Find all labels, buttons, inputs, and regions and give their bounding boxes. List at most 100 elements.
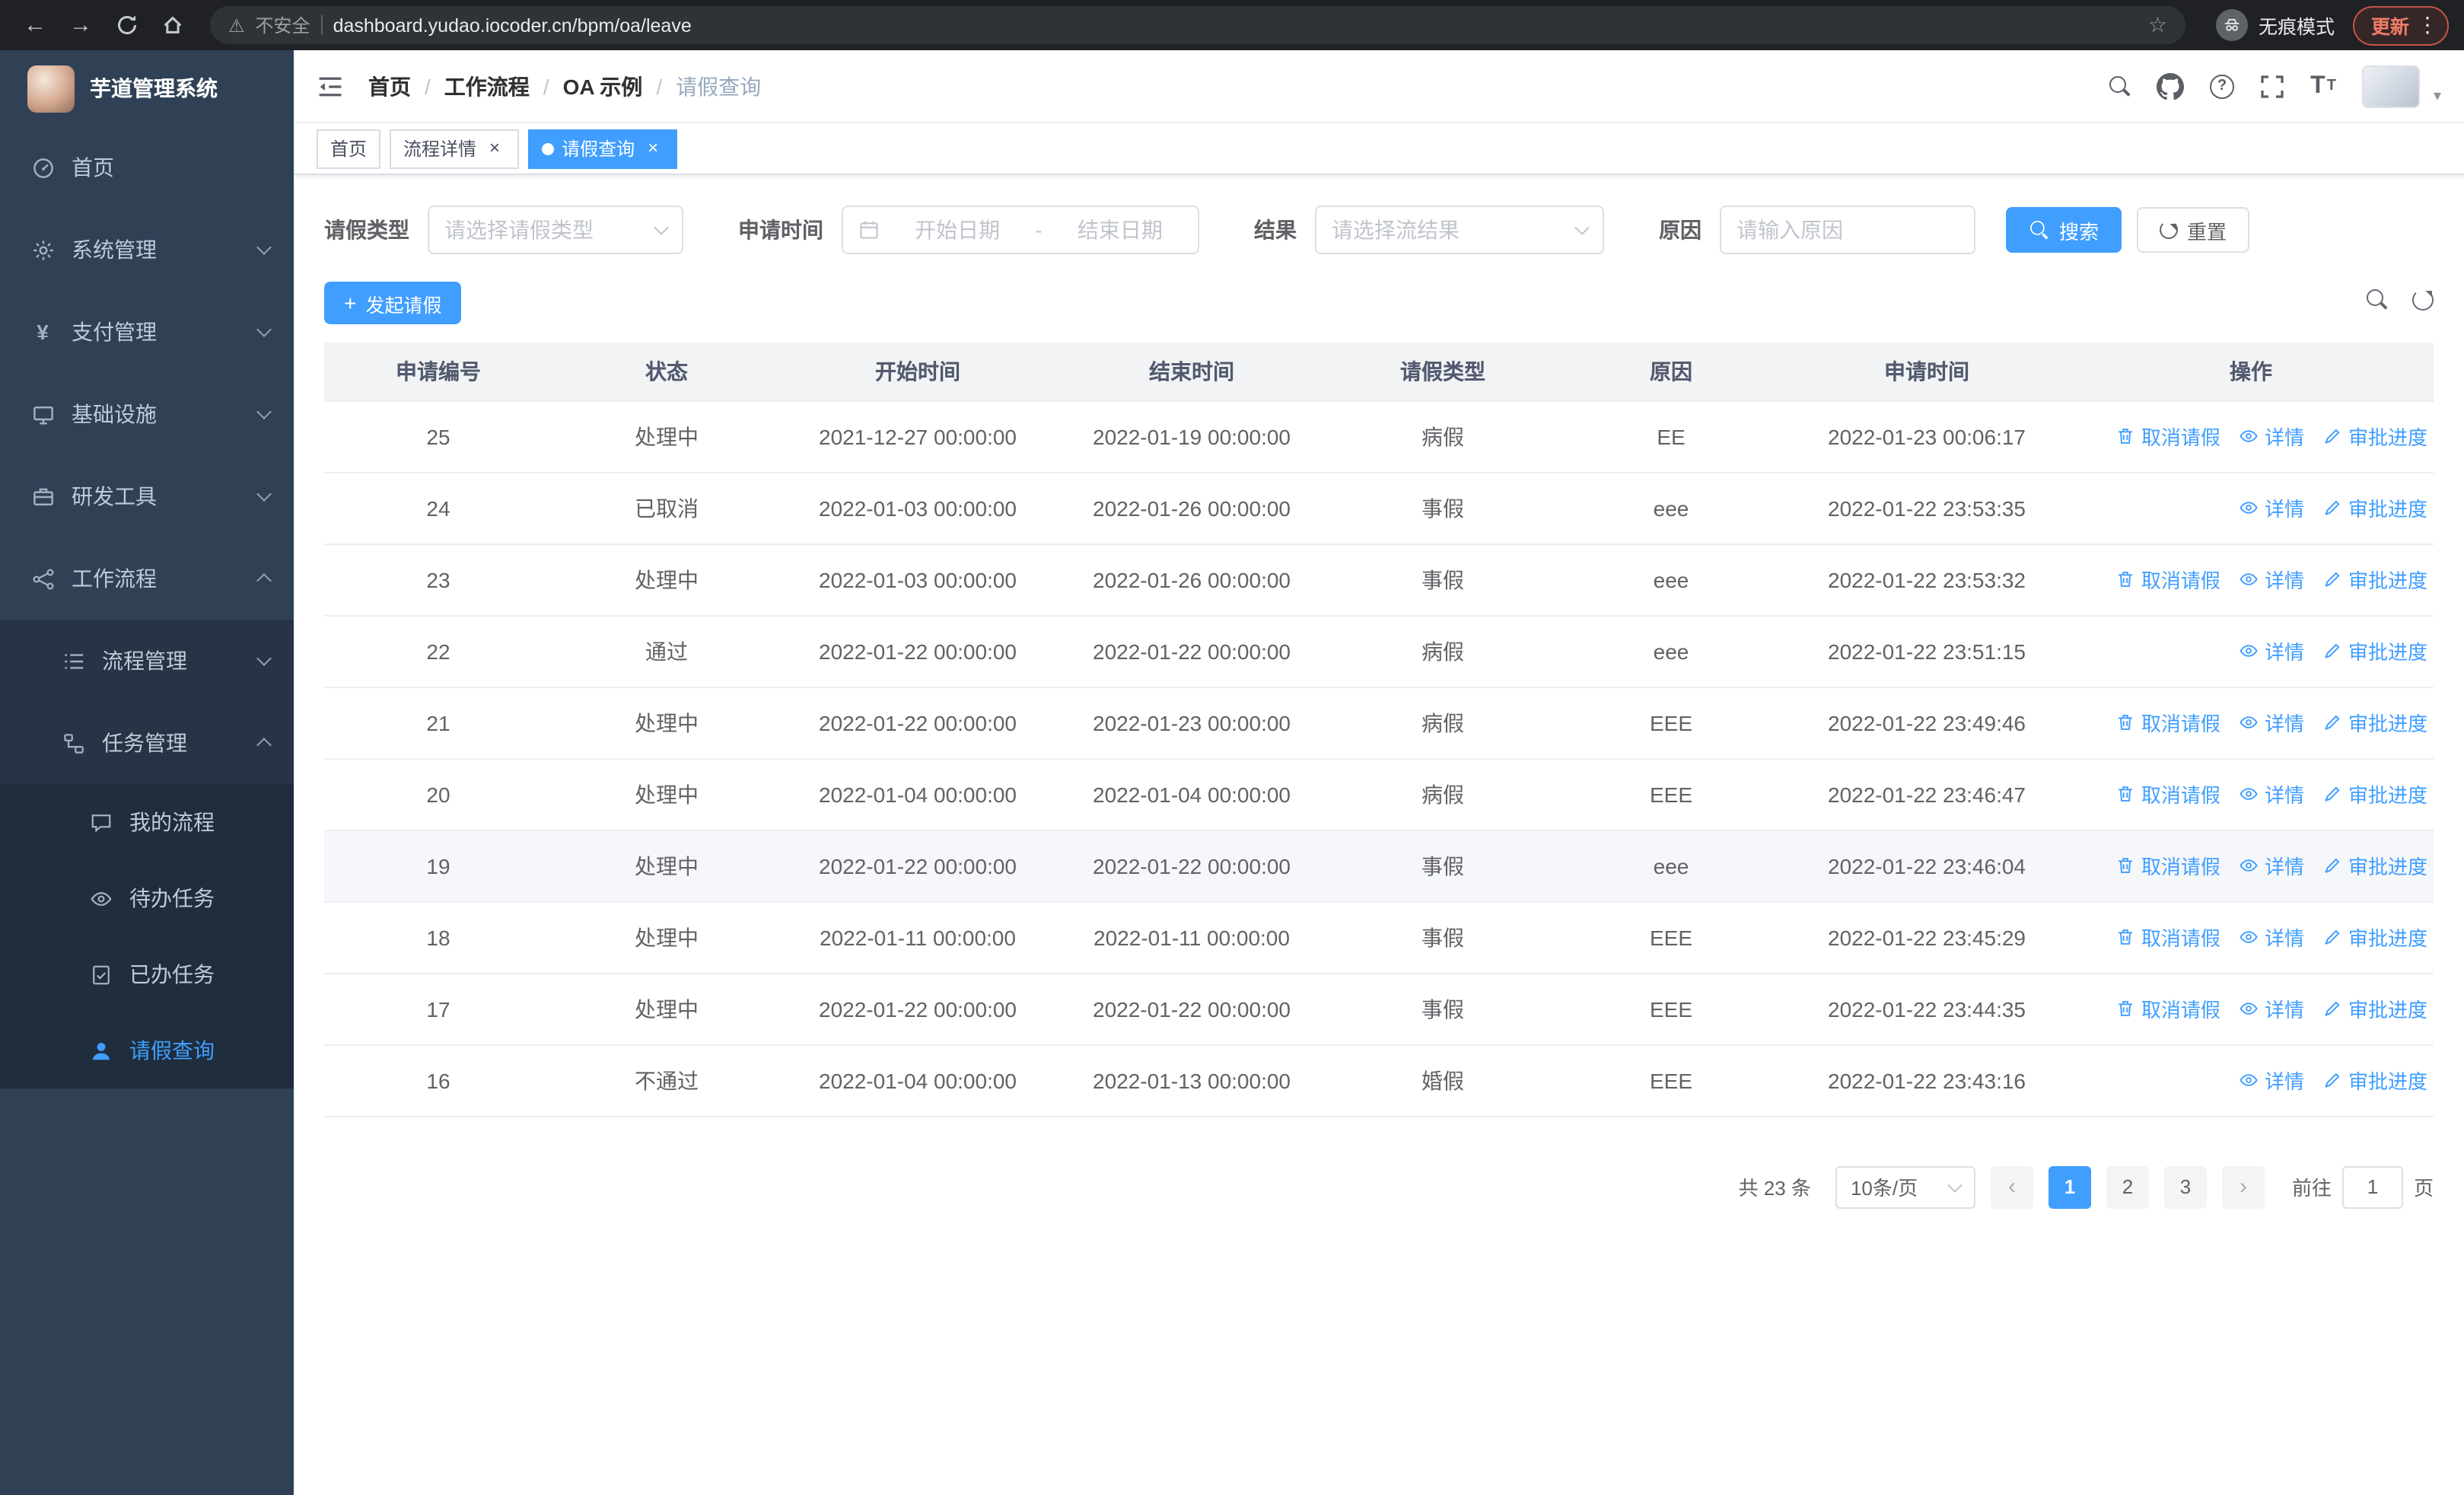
cancel-leave-link[interactable]: 取消请假 xyxy=(2115,708,2220,737)
eye-icon xyxy=(2239,498,2259,518)
back-icon[interactable]: ← xyxy=(15,5,55,45)
breadcrumb-oa-example[interactable]: OA 示例 xyxy=(563,71,643,101)
reload-icon[interactable] xyxy=(107,5,146,45)
eye-icon xyxy=(2239,784,2259,804)
close-icon[interactable]: × xyxy=(484,137,505,159)
app-logo[interactable]: 芋道管理系统 xyxy=(0,50,294,126)
sidebar-item-done-tasks[interactable]: 已办任务 xyxy=(0,936,294,1012)
toggle-search-icon[interactable] xyxy=(2367,288,2388,317)
pen-icon xyxy=(2322,1070,2342,1090)
github-icon[interactable] xyxy=(2157,72,2185,100)
detail-link[interactable]: 详情 xyxy=(2239,994,2304,1023)
col-start-time: 开始时间 xyxy=(781,343,1055,401)
sidebar-item-process-mgmt[interactable]: 流程管理 xyxy=(0,620,294,702)
cancel-leave-link[interactable]: 取消请假 xyxy=(2115,565,2220,594)
progress-link[interactable]: 审批进度 xyxy=(2322,708,2427,737)
page-size-select[interactable]: 10条/页 xyxy=(1835,1165,1975,1208)
browser-menu-button[interactable]: 更新 ⋮ xyxy=(2352,5,2449,45)
forward-icon[interactable]: → xyxy=(61,5,100,45)
reason-input[interactable] xyxy=(1720,206,1975,254)
detail-link[interactable]: 详情 xyxy=(2239,422,2304,451)
button-label: 重置 xyxy=(2187,220,2227,243)
detail-link[interactable]: 详情 xyxy=(2239,636,2304,665)
cell-reason: EEE xyxy=(1557,687,1785,759)
sidebar-item-my-process[interactable]: 我的流程 xyxy=(0,784,294,860)
detail-link[interactable]: 详情 xyxy=(2239,565,2304,594)
plus-icon: + xyxy=(344,291,357,315)
sidebar-item-infra[interactable]: 基础设施 xyxy=(0,373,294,455)
help-icon[interactable]: ? xyxy=(2210,74,2235,98)
total-count: 共 23 条 xyxy=(1738,1177,1811,1200)
date-range-picker[interactable]: 开始日期 - 结束日期 xyxy=(842,206,1199,254)
home-icon[interactable] xyxy=(152,5,192,45)
cell-end-time: 2022-01-22 00:00:00 xyxy=(1055,615,1329,687)
create-leave-button[interactable]: + 发起请假 xyxy=(324,282,462,324)
detail-link[interactable]: 详情 xyxy=(2239,1066,2304,1095)
progress-link[interactable]: 审批进度 xyxy=(2322,994,2427,1023)
security-label: 不安全 xyxy=(255,15,310,37)
progress-link[interactable]: 审批进度 xyxy=(2322,1066,2427,1095)
sidebar-item-system[interactable]: 系统管理 xyxy=(0,209,294,291)
workflow-submenu: 流程管理 任务管理 我的流程 待办任务 已办任务 请假查询 xyxy=(0,620,294,1089)
menu-label: 支付管理 xyxy=(72,320,157,344)
result-select[interactable]: 请选择流结果 xyxy=(1315,206,1604,254)
progress-link[interactable]: 审批进度 xyxy=(2322,636,2427,665)
prev-page-button[interactable]: ‹ xyxy=(1990,1165,2033,1208)
avatar[interactable] xyxy=(2361,65,2420,107)
breadcrumb-home[interactable]: 首页 xyxy=(368,71,411,101)
cell-end-time: 2022-01-13 00:00:00 xyxy=(1055,1044,1329,1117)
search-button[interactable]: 搜索 xyxy=(2006,207,2122,253)
reset-button[interactable]: 重置 xyxy=(2137,207,2250,253)
sidebar-item-task-mgmt[interactable]: 任务管理 xyxy=(0,702,294,784)
next-page-button[interactable]: › xyxy=(2221,1165,2265,1208)
detail-link[interactable]: 详情 xyxy=(2239,708,2304,737)
detail-link[interactable]: 详情 xyxy=(2239,779,2304,808)
detail-link[interactable]: 详情 xyxy=(2239,923,2304,952)
sidebar-item-leave-query[interactable]: 请假查询 xyxy=(0,1012,294,1089)
cancel-leave-link[interactable]: 取消请假 xyxy=(2115,923,2220,952)
breadcrumb-separator: / xyxy=(656,74,663,98)
font-size-icon[interactable]: TT xyxy=(2310,73,2336,98)
sidebar-collapse-icon[interactable] xyxy=(317,72,344,100)
sidebar-item-payment[interactable]: ¥ 支付管理 xyxy=(0,291,294,373)
fullscreen-icon[interactable] xyxy=(2260,74,2284,98)
table-row: 23 处理中 2022-01-03 00:00:00 2022-01-26 00:00… xyxy=(324,543,2434,616)
refresh-table-icon[interactable] xyxy=(2412,288,2434,317)
address-bar[interactable]: ⚠ 不安全 dashboard.yudao.iocoder.cn/bpm/oa/… xyxy=(210,6,2185,44)
cancel-leave-link[interactable]: 取消请假 xyxy=(2115,422,2220,451)
chevron-down-icon xyxy=(256,651,272,666)
cell-actions: 取消请假 详情 审批进度 xyxy=(2068,973,2434,1045)
sidebar-item-workflow[interactable]: 工作流程 xyxy=(0,537,294,620)
cell-apply-id: 25 xyxy=(324,400,552,473)
page-button-1[interactable]: 1 xyxy=(2048,1165,2091,1208)
progress-link[interactable]: 审批进度 xyxy=(2322,493,2427,522)
page-button-3[interactable]: 3 xyxy=(2163,1165,2207,1208)
leave-type-select[interactable]: 请选择请假类型 xyxy=(428,206,683,254)
cancel-leave-link[interactable]: 取消请假 xyxy=(2115,851,2220,880)
page-button-2[interactable]: 2 xyxy=(2106,1165,2149,1208)
sidebar-item-home[interactable]: 首页 xyxy=(0,126,294,209)
close-icon[interactable]: × xyxy=(642,137,664,159)
bookmark-star-icon[interactable]: ☆ xyxy=(2148,12,2167,38)
detail-link[interactable]: 详情 xyxy=(2239,851,2304,880)
detail-link[interactable]: 详情 xyxy=(2239,493,2304,522)
progress-link[interactable]: 审批进度 xyxy=(2322,851,2427,880)
chat-icon xyxy=(88,811,113,834)
sidebar-item-devtools[interactable]: 研发工具 xyxy=(0,455,294,537)
progress-link[interactable]: 审批进度 xyxy=(2322,565,2427,594)
cancel-leave-link[interactable]: 取消请假 xyxy=(2115,994,2220,1023)
tag-leave-query[interactable]: 请假查询 × xyxy=(528,129,678,168)
tag-process-detail[interactable]: 流程详情 × xyxy=(390,129,520,168)
breadcrumb-workflow[interactable]: 工作流程 xyxy=(444,71,530,101)
progress-link[interactable]: 审批进度 xyxy=(2322,422,2427,451)
cancel-leave-link[interactable]: 取消请假 xyxy=(2115,779,2220,808)
progress-link[interactable]: 审批进度 xyxy=(2322,923,2427,952)
search-icon[interactable] xyxy=(2109,75,2131,97)
tag-home[interactable]: 首页 xyxy=(317,129,381,168)
caret-down-icon[interactable]: ▾ xyxy=(2434,88,2441,104)
sidebar-item-todo-tasks[interactable]: 待办任务 xyxy=(0,860,294,936)
goto-page-input[interactable] xyxy=(2341,1165,2403,1208)
leave-table-body: 25 处理中 2021-12-27 00:00:00 2022-01-19 00:00… xyxy=(324,400,2434,1117)
screen: ← → ⚠ 不安全 dashboard.yudao.iocoder.cn/bpm… xyxy=(0,0,2464,1495)
progress-link[interactable]: 审批进度 xyxy=(2322,779,2427,808)
